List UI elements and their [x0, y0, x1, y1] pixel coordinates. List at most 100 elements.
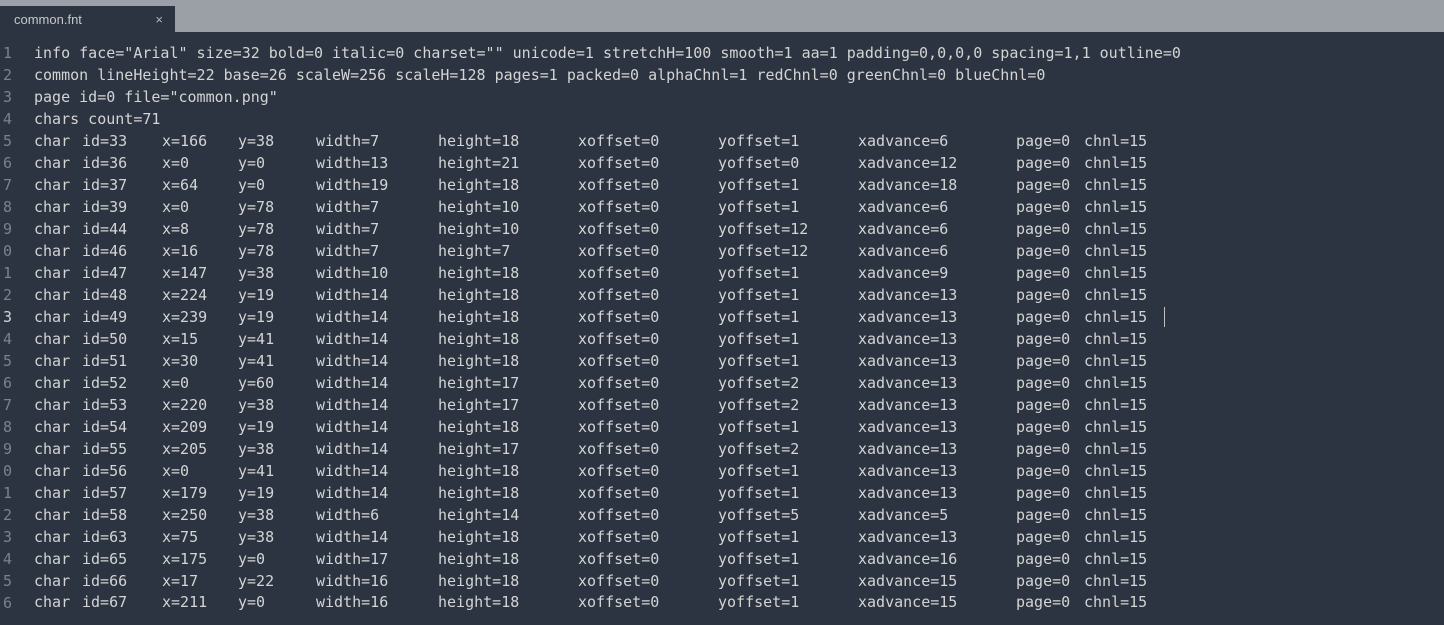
code-token: height=18: [438, 526, 578, 548]
char-row[interactable]: charid=53x=220y=38width=14height=17xoffs…: [34, 394, 1444, 416]
line-number: 8: [0, 196, 12, 218]
char-row[interactable]: charid=51x=30y=41width=14height=18xoffse…: [34, 350, 1444, 372]
char-row[interactable]: charid=49x=239y=19width=14height=18xoffs…: [34, 306, 1444, 328]
code-token: y=22: [238, 570, 316, 592]
char-row[interactable]: charid=55x=205y=38width=14height=17xoffs…: [34, 438, 1444, 460]
code-line[interactable]: page id=0 file="common.png": [34, 86, 1444, 108]
char-row[interactable]: charid=47x=147y=38width=10height=18xoffs…: [34, 262, 1444, 284]
code-token: width=14: [316, 284, 438, 306]
code-token: page=0: [1016, 218, 1084, 240]
char-row[interactable]: charid=39x=0y=78width=7height=10xoffset=…: [34, 196, 1444, 218]
code-token: xadvance=13: [858, 306, 1016, 328]
code-token: yoffset=1: [718, 548, 858, 570]
line-number: 4: [0, 548, 12, 570]
code-token: xadvance=15: [858, 570, 1016, 592]
char-row[interactable]: charid=58x=250y=38width=6height=14xoffse…: [34, 504, 1444, 526]
char-row[interactable]: charid=33x=166y=38width=7height=18xoffse…: [34, 130, 1444, 152]
code-line[interactable]: common lineHeight=22 base=26 scaleW=256 …: [34, 64, 1444, 86]
char-row[interactable]: charid=46x=16y=78width=7height=7xoffset=…: [34, 240, 1444, 262]
code-token: char: [34, 196, 82, 218]
code-token: id=36: [82, 152, 162, 174]
code-token: yoffset=1: [718, 306, 858, 328]
code-token: width=7: [316, 130, 438, 152]
code-token: width=14: [316, 350, 438, 372]
code-token: id=51: [82, 350, 162, 372]
code-token: yoffset=1: [718, 196, 858, 218]
line-number: 1: [0, 42, 12, 64]
code-token: width=14: [316, 372, 438, 394]
code-token: id=37: [82, 174, 162, 196]
code-token: xadvance=6: [858, 218, 1016, 240]
code-token: height=18: [438, 328, 578, 350]
code-token: width=7: [316, 240, 438, 262]
code-token: x=0: [162, 460, 238, 482]
code-line[interactable]: chars count=71: [34, 108, 1444, 130]
code-token: width=14: [316, 416, 438, 438]
char-row[interactable]: charid=65x=175y=0width=17height=18xoffse…: [34, 548, 1444, 570]
code-content[interactable]: info face="Arial" size=32 bold=0 italic=…: [12, 32, 1444, 625]
code-token: xadvance=13: [858, 416, 1016, 438]
code-token: y=0: [238, 152, 316, 174]
char-row[interactable]: charid=63x=75y=38width=14height=18xoffse…: [34, 526, 1444, 548]
char-row[interactable]: charid=56x=0y=41width=14height=18xoffset…: [34, 460, 1444, 482]
code-token: chnl=15: [1084, 152, 1147, 174]
code-token: xoffset=0: [578, 306, 718, 328]
code-token: id=46: [82, 240, 162, 262]
code-line[interactable]: info face="Arial" size=32 bold=0 italic=…: [34, 42, 1444, 64]
code-token: id=44: [82, 218, 162, 240]
code-token: width=14: [316, 460, 438, 482]
code-token: x=211: [162, 592, 238, 612]
code-token: chnl=15: [1084, 328, 1147, 350]
tab-common-fnt[interactable]: common.fnt ×: [0, 6, 175, 32]
code-token: yoffset=1: [718, 130, 858, 152]
code-token: char: [34, 306, 82, 328]
code-token: xoffset=0: [578, 570, 718, 592]
char-row[interactable]: charid=66x=17y=22width=16height=18xoffse…: [34, 570, 1444, 592]
close-icon[interactable]: ×: [153, 12, 165, 27]
code-token: id=56: [82, 460, 162, 482]
char-row[interactable]: charid=54x=209y=19width=14height=18xoffs…: [34, 416, 1444, 438]
code-token: chnl=15: [1084, 130, 1147, 152]
code-token: xoffset=0: [578, 548, 718, 570]
code-token: chnl=15: [1084, 284, 1147, 306]
tab-strip: common.fnt ×: [0, 6, 1444, 32]
code-token: y=19: [238, 482, 316, 504]
code-token: x=16: [162, 240, 238, 262]
code-token: char: [34, 152, 82, 174]
code-token: page=0: [1016, 526, 1084, 548]
code-token: char: [34, 460, 82, 482]
code-token: height=18: [438, 262, 578, 284]
code-token: y=38: [238, 438, 316, 460]
char-row[interactable]: charid=50x=15y=41width=14height=18xoffse…: [34, 328, 1444, 350]
code-token: chnl=15: [1084, 262, 1147, 284]
code-token: xoffset=0: [578, 372, 718, 394]
char-row[interactable]: charid=37x=64y=0width=19height=18xoffset…: [34, 174, 1444, 196]
char-row[interactable]: charid=44x=8y=78width=7height=10xoffset=…: [34, 218, 1444, 240]
char-row[interactable]: charid=36x=0y=0width=13height=21xoffset=…: [34, 152, 1444, 174]
code-token: char: [34, 394, 82, 416]
code-token: x=239: [162, 306, 238, 328]
code-token: x=179: [162, 482, 238, 504]
code-token: y=38: [238, 526, 316, 548]
code-token: id=54: [82, 416, 162, 438]
char-row[interactable]: charid=52x=0y=60width=14height=17xoffset…: [34, 372, 1444, 394]
code-token: char: [34, 262, 82, 284]
code-editor[interactable]: 12345678901234567890123456 info face="Ar…: [0, 32, 1444, 625]
code-token: xadvance=6: [858, 240, 1016, 262]
code-token: id=67: [82, 592, 162, 612]
line-number: 0: [0, 460, 12, 482]
char-row[interactable]: charid=57x=179y=19width=14height=18xoffs…: [34, 482, 1444, 504]
code-token: xadvance=13: [858, 482, 1016, 504]
code-token: char: [34, 130, 82, 152]
code-token: char: [34, 350, 82, 372]
code-token: height=18: [438, 592, 578, 612]
line-number: 9: [0, 438, 12, 460]
code-token: x=175: [162, 548, 238, 570]
code-token: xoffset=0: [578, 130, 718, 152]
line-number: 2: [0, 64, 12, 86]
char-row[interactable]: charid=48x=224y=19width=14height=18xoffs…: [34, 284, 1444, 306]
code-token: id=39: [82, 196, 162, 218]
char-row[interactable]: charid=67x=211y=0width=16height=18xoffse…: [34, 592, 1444, 612]
code-token: width=16: [316, 570, 438, 592]
code-token: xadvance=13: [858, 372, 1016, 394]
